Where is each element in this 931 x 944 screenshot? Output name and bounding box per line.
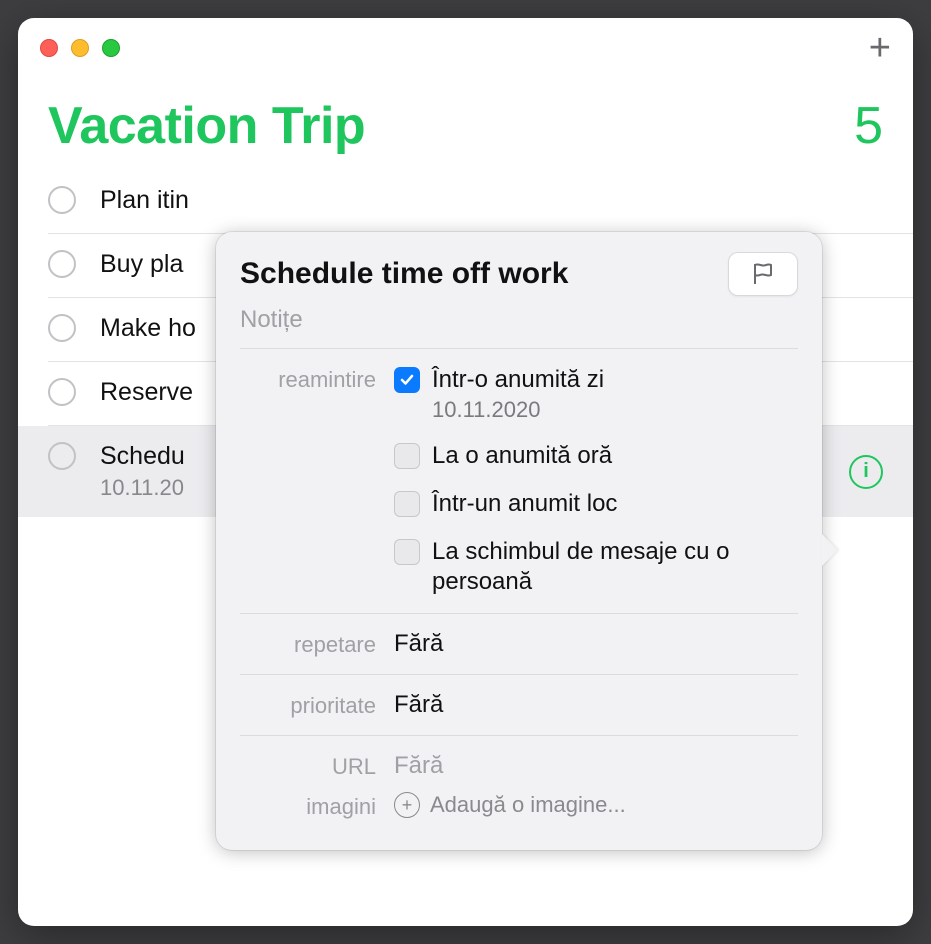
url-row[interactable]: URL Fără: [240, 736, 798, 786]
popover-header: Schedule time off work: [240, 252, 798, 296]
at-a-time-option[interactable]: La o anumită oră: [394, 441, 798, 471]
on-a-day-checkbox[interactable]: [394, 367, 420, 393]
at-a-location-checkbox[interactable]: [394, 491, 420, 517]
flag-button[interactable]: [728, 252, 798, 296]
url-label: URL: [240, 752, 376, 780]
popover-title[interactable]: Schedule time off work: [240, 257, 568, 291]
list-title: Vacation Trip: [48, 96, 365, 156]
reminder-title: Plan itin: [100, 186, 883, 215]
add-image-button[interactable]: + Adaugă o imagine...: [394, 792, 798, 818]
titlebar: +: [18, 18, 913, 78]
at-a-location-option[interactable]: Într-un anumit loc: [394, 489, 798, 519]
complete-toggle[interactable]: [48, 250, 76, 278]
when-messaging-label: La schimbul de mesaje cu o persoană: [432, 537, 772, 597]
notes-field[interactable]: Notițe: [240, 302, 798, 349]
images-row: imagini + Adaugă o imagine...: [240, 786, 798, 826]
at-a-location-label: Într-un anumit loc: [432, 489, 617, 519]
on-a-day-date[interactable]: 10.11.2020: [432, 397, 604, 423]
when-messaging-option[interactable]: La schimbul de mesaje cu o persoană: [394, 537, 798, 597]
complete-toggle[interactable]: [48, 186, 76, 214]
priority-row[interactable]: prioritate Fără: [240, 675, 798, 736]
complete-toggle[interactable]: [48, 442, 76, 470]
when-messaging-checkbox[interactable]: [394, 539, 420, 565]
complete-toggle[interactable]: [48, 378, 76, 406]
list-item[interactable]: Plan itin: [48, 170, 913, 234]
close-window-button[interactable]: [40, 39, 58, 57]
url-value[interactable]: Fără: [394, 752, 798, 780]
add-reminder-button[interactable]: +: [869, 29, 891, 67]
fullscreen-window-button[interactable]: [102, 39, 120, 57]
flag-icon: [752, 262, 774, 286]
reminder-detail-popover: Schedule time off work Notițe reamintire…: [216, 232, 822, 850]
reminders-window: + Vacation Trip 5 Plan itin Buy pla Make…: [18, 18, 913, 926]
at-a-time-checkbox[interactable]: [394, 443, 420, 469]
repeat-value[interactable]: Fără: [394, 630, 798, 658]
repeat-row[interactable]: repetare Fără: [240, 614, 798, 675]
images-label: imagini: [240, 792, 376, 820]
list-count: 5: [854, 96, 883, 156]
at-a-time-label: La o anumită oră: [432, 441, 612, 471]
plus-icon: +: [869, 27, 891, 69]
add-image-label: Adaugă o imagine...: [430, 792, 626, 818]
minimize-window-button[interactable]: [71, 39, 89, 57]
complete-toggle[interactable]: [48, 314, 76, 342]
on-a-day-label: Într-o anumită zi: [432, 365, 604, 395]
plus-circle-icon: +: [394, 792, 420, 818]
on-a-day-option[interactable]: Într-o anumită zi 10.11.2020: [394, 365, 798, 423]
list-header: Vacation Trip 5: [18, 78, 913, 170]
remind-me-section: reamintire Într-o anumită zi 10.11.2020 …: [240, 349, 798, 614]
priority-label: prioritate: [240, 691, 376, 719]
info-button[interactable]: i: [849, 455, 883, 489]
repeat-label: repetare: [240, 630, 376, 658]
remind-label: reamintire: [240, 365, 376, 597]
window-controls: [40, 39, 120, 57]
checkmark-icon: [399, 372, 415, 388]
info-icon: i: [863, 460, 869, 483]
priority-value[interactable]: Fără: [394, 691, 798, 719]
